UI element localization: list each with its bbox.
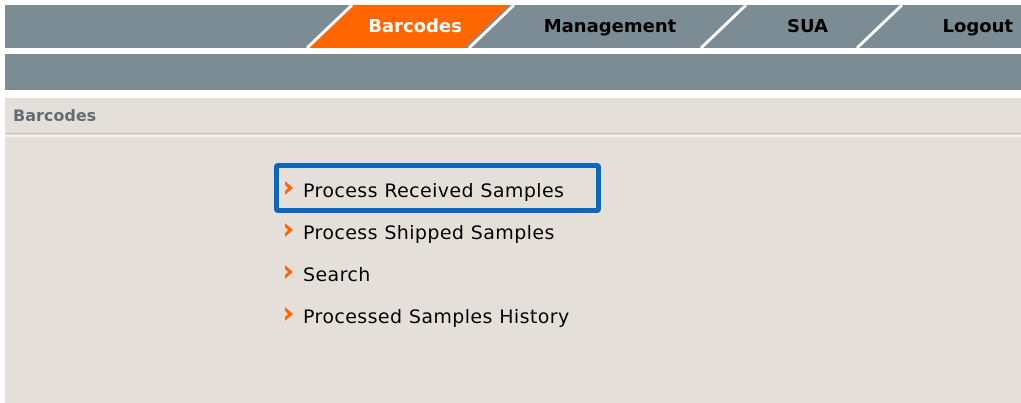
chevron-right-icon (285, 223, 293, 237)
menu-item-process-received-samples[interactable]: Process Received Samples (283, 170, 570, 212)
section-header: Barcodes (5, 98, 1021, 134)
barcodes-menu: Process Received Samples Process Shipped… (283, 170, 570, 338)
menu-item-process-shipped-samples[interactable]: Process Shipped Samples (283, 212, 570, 254)
page-frame: Barcodes Management SUA Logout Barcodes … (5, 5, 1021, 403)
tab-sua[interactable]: SUA (750, 5, 865, 48)
divider (5, 90, 1021, 98)
menu-item-label: Process Received Samples (303, 180, 565, 202)
menu-item-processed-samples-history[interactable]: Processed Samples History (283, 296, 570, 338)
chevron-right-icon (285, 265, 293, 279)
menu-item-search[interactable]: Search (283, 254, 570, 296)
divider (5, 135, 1021, 137)
menu-item-label: Process Shipped Samples (303, 222, 555, 244)
menu-item-label: Processed Samples History (303, 306, 570, 328)
section-title: Barcodes (13, 106, 97, 125)
tab-management[interactable]: Management (525, 5, 695, 48)
chevron-right-icon (285, 181, 293, 195)
tab-barcodes[interactable]: Barcodes (350, 5, 480, 48)
chevron-right-icon (285, 307, 293, 321)
top-navigation: Barcodes Management SUA Logout (5, 5, 1021, 48)
menu-item-label: Search (303, 264, 371, 286)
sub-navigation-bar (5, 54, 1021, 90)
tab-separator (699, 5, 748, 48)
tab-shapes (305, 5, 904, 48)
tab-logout[interactable]: Logout (935, 5, 1021, 48)
